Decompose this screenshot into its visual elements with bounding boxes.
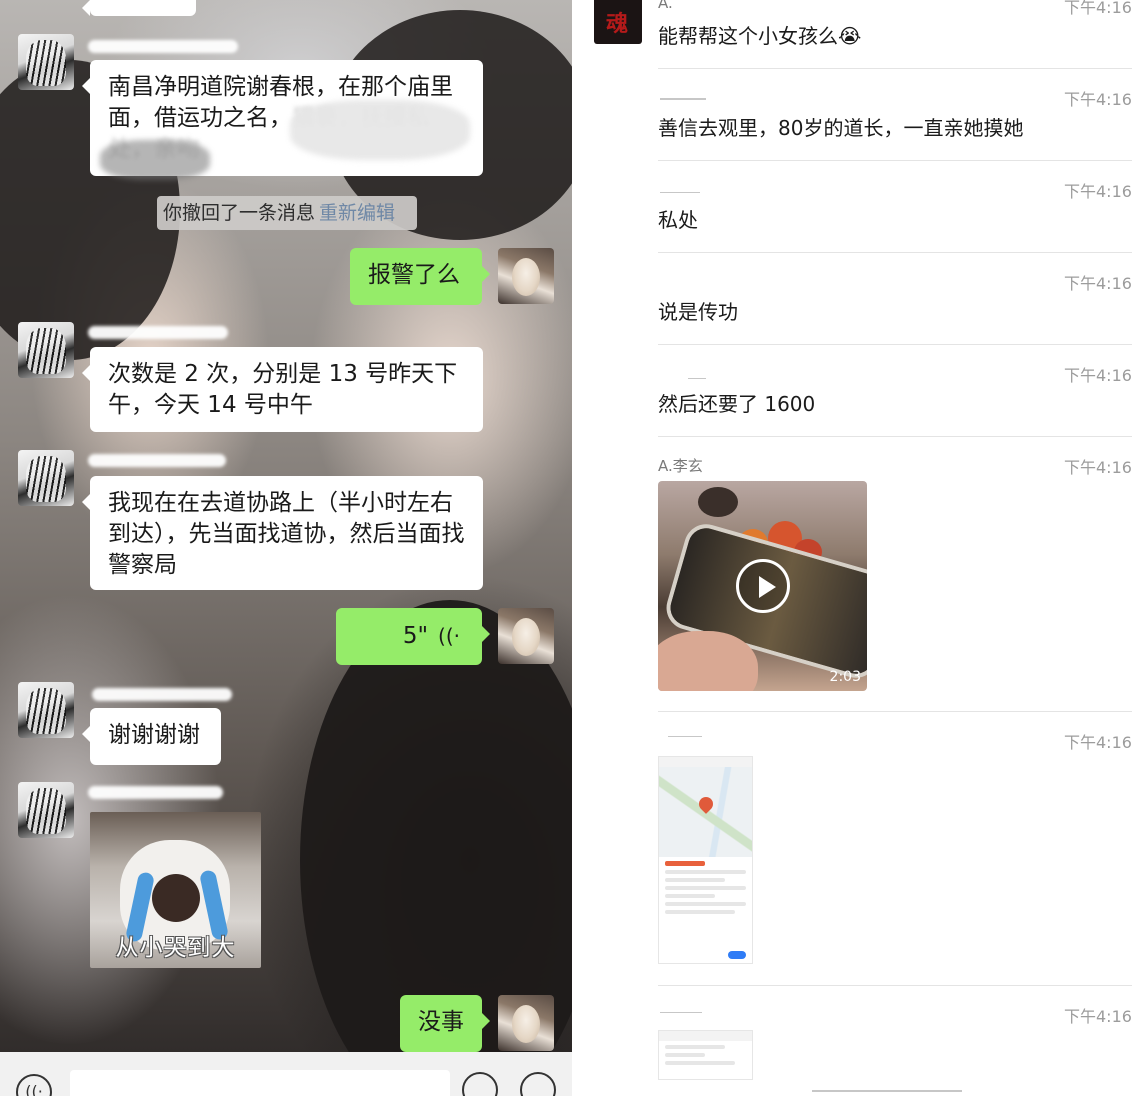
voice-wave-icon: ((· <box>438 624 460 648</box>
message-text: 次数是 2 次，分别是 13 号昨天下午，今天 14 号中午 <box>108 361 458 418</box>
crying-cat-sticker[interactable]: 从小哭到大 <box>90 812 261 968</box>
message-time: 下午4:16 <box>1064 366 1132 385</box>
separator <box>658 68 1132 69</box>
screenshot-line <box>665 894 715 898</box>
self-avatar[interactable] <box>498 995 554 1051</box>
message-text-content: 能帮帮这个小女孩么 <box>658 24 838 48</box>
message-text: 私处 <box>658 208 698 232</box>
message-time: 下午4:16 <box>1064 733 1132 752</box>
separator <box>658 985 1132 986</box>
sender-avatar[interactable]: 魂 <box>594 0 642 44</box>
screenshot-header <box>659 1031 752 1041</box>
more-button[interactable] <box>520 1072 556 1096</box>
sender-name: A.李玄 <box>658 457 703 475</box>
message-text: 然后还要了 1600 <box>658 392 816 416</box>
separator <box>658 711 1132 712</box>
redaction-smudge <box>100 140 210 180</box>
message-text: 说是传功 <box>658 300 738 324</box>
message-text: 善信去观里，80岁的道长，一直亲她摸她 <box>658 116 1024 140</box>
sticker-caption: 从小哭到大 <box>115 935 236 961</box>
message-bubble-partial <box>82 0 196 16</box>
play-icon[interactable] <box>736 559 790 613</box>
message-time: 下午4:16 <box>1064 1007 1132 1026</box>
sender-name-redacted <box>92 688 232 701</box>
screenshot-line <box>665 886 746 890</box>
screenshot-line <box>665 910 735 914</box>
contact-avatar[interactable] <box>18 34 74 90</box>
bottom-stroke <box>812 1090 962 1092</box>
message-input[interactable] <box>70 1070 450 1096</box>
contact-avatar[interactable] <box>18 682 74 738</box>
left-chat-panel: 南昌净明道院谢春根，在那个庙里面，借运功之名，猥亵，抚摸私处，亲吻 你撤回了一条… <box>0 0 572 1096</box>
message-bubble-self[interactable]: 报警了么 <box>350 248 490 305</box>
separator <box>658 436 1132 437</box>
contact-avatar[interactable] <box>18 782 74 838</box>
message-text: 报警了么 <box>368 262 460 288</box>
voice-input-icon[interactable]: ((· <box>16 1074 52 1096</box>
video-message[interactable]: 2:03 <box>658 481 867 691</box>
emoji-button[interactable] <box>462 1072 498 1096</box>
message-bubble-self[interactable]: 没事 <box>400 995 490 1052</box>
message-time: 下午4:16 <box>1064 458 1132 477</box>
screenshot-line <box>665 1045 725 1049</box>
contact-avatar[interactable] <box>18 450 74 506</box>
crying-emoji: 😭 <box>838 24 862 48</box>
sender-name-redacted <box>88 326 228 339</box>
avatar-glyph: 魂 <box>606 12 629 37</box>
chat-input-bar: ((· <box>0 1052 572 1096</box>
sender-name-redacted <box>688 378 706 379</box>
screenshot-line <box>665 902 746 906</box>
re-edit-link[interactable]: 重新编辑 <box>319 202 395 224</box>
message-time: 下午4:16 <box>1064 0 1132 17</box>
image-message-screenshot[interactable] <box>658 1030 753 1080</box>
message-text: 谢谢谢谢 <box>108 722 200 748</box>
right-chat-panel: 魂 A. 下午4:16 能帮帮这个小女孩么😭 下午4:16 善信去观里，80岁的… <box>572 0 1140 1096</box>
message-time: 下午4:16 <box>1064 274 1132 293</box>
message-bubble[interactable]: 谢谢谢谢 <box>82 708 221 765</box>
screenshot-line <box>665 1053 705 1057</box>
self-avatar[interactable] <box>498 608 554 664</box>
screenshot-bar <box>665 861 705 866</box>
redaction-smudge <box>290 100 470 160</box>
message-time: 下午4:16 <box>1064 90 1132 109</box>
map-thumbnail <box>659 767 752 857</box>
sender-name-redacted <box>88 454 226 467</box>
sender-name-redacted <box>660 1012 702 1013</box>
message-text: 我现在在去道协路上（半小时左右到达），先当面找道协，然后当面找警察局 <box>108 490 465 578</box>
voice-message-bubble[interactable]: 5" ((· <box>336 608 490 665</box>
message-text: 能帮帮这个小女孩么😭 <box>658 20 861 49</box>
sender-name: A. <box>658 0 673 12</box>
video-duration: 2:03 <box>829 669 861 685</box>
message-text: 没事 <box>418 1009 464 1035</box>
message-time: 下午4:16 <box>1064 182 1132 201</box>
recall-notice: 你撤回了一条消息 重新编辑 <box>157 196 417 230</box>
sender-name-redacted <box>668 736 702 737</box>
cat-mouth <box>152 874 200 922</box>
separator <box>658 252 1132 253</box>
voice-duration: 5" <box>402 623 429 649</box>
cup-shape <box>698 487 738 517</box>
screenshot-line <box>665 878 725 882</box>
sender-name-redacted <box>88 786 223 799</box>
self-avatar[interactable] <box>498 248 554 304</box>
message-bubble[interactable]: 次数是 2 次，分别是 13 号昨天下午，今天 14 号中午 <box>82 347 483 432</box>
sender-name-redacted <box>88 40 238 53</box>
recall-text: 你撤回了一条消息 <box>163 202 316 224</box>
screenshot-button <box>728 951 746 959</box>
contact-avatar[interactable] <box>18 322 74 378</box>
message-bubble[interactable]: 我现在在去道协路上（半小时左右到达），先当面找道协，然后当面找警察局 <box>82 476 483 590</box>
separator <box>658 344 1132 345</box>
separator <box>658 160 1132 161</box>
screenshot-line <box>665 870 746 874</box>
sender-name-redacted <box>660 98 706 100</box>
sender-name-redacted <box>660 192 700 193</box>
image-message-map-screenshot[interactable] <box>658 756 753 964</box>
screenshot-line <box>665 1061 735 1065</box>
screenshot-header <box>659 757 752 767</box>
